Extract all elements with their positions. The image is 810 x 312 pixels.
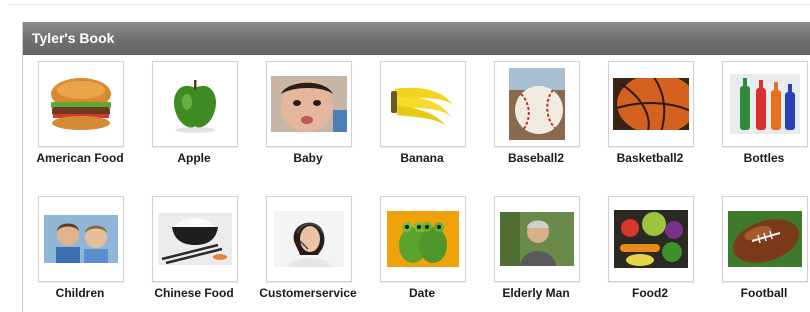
picture-label: Children: [55, 286, 105, 300]
picture-label: Banana: [400, 151, 444, 165]
picture-label: Basketball2: [616, 151, 684, 165]
bottles-icon: [722, 61, 808, 147]
picture-tile-baseball2[interactable]: Baseball2: [479, 61, 593, 165]
picture-label: Date: [408, 286, 435, 300]
picture-tile-apple[interactable]: Apple: [137, 61, 251, 165]
picture-label: Apple: [177, 151, 211, 165]
picture-label: Food2: [632, 286, 668, 300]
picture-tile-american-food[interactable]: American Food: [23, 61, 137, 165]
picture-label: American Food: [36, 151, 124, 165]
basketball-icon: [608, 61, 694, 147]
frogs-icon: [380, 196, 466, 282]
picture-tile-basketball2[interactable]: Basketball2: [593, 61, 707, 165]
hamburger-icon: [38, 61, 124, 147]
picture-label: Elderly Man: [502, 286, 570, 300]
football-icon: [722, 196, 808, 282]
picture-tile-football[interactable]: Football: [707, 196, 810, 300]
picture-tile-children[interactable]: Children: [23, 196, 137, 300]
children-icon: [38, 196, 124, 282]
picture-label: Baseball2: [507, 151, 565, 165]
baseball-icon: [494, 61, 580, 147]
picture-label: Bottles: [743, 151, 785, 165]
book-panel: Tyler's Book American Food Apple Baby Ba…: [22, 22, 810, 312]
baby-icon: [266, 61, 352, 147]
picture-tile-baby[interactable]: Baby: [251, 61, 365, 165]
headset-agent-icon: [266, 196, 352, 282]
picture-tile-bottles[interactable]: Bottles: [707, 61, 810, 165]
picture-tile-banana[interactable]: Banana: [365, 61, 479, 165]
elderly-man-icon: [494, 196, 580, 282]
picture-label: Baby: [293, 151, 323, 165]
picture-label: Football: [740, 286, 788, 300]
picture-tile-food2[interactable]: Food2: [593, 196, 707, 300]
top-divider: [8, 4, 810, 5]
picture-grid: American Food Apple Baby Banana Baseball…: [23, 55, 810, 312]
picture-tile-chinese-food[interactable]: Chinese Food: [137, 196, 251, 300]
picture-label: Chinese Food: [154, 286, 234, 300]
picture-tile-elderly-man[interactable]: Elderly Man: [479, 196, 593, 300]
rice-bowl-icon: [152, 196, 238, 282]
apple-icon: [152, 61, 238, 147]
picture-tile-customerservice[interactable]: Customerservice: [251, 196, 365, 300]
banana-icon: [380, 61, 466, 147]
picture-tile-date[interactable]: Date: [365, 196, 479, 300]
vegetables-icon: [608, 196, 694, 282]
book-title: Tyler's Book: [23, 22, 810, 55]
picture-label: Customerservice: [259, 286, 357, 300]
